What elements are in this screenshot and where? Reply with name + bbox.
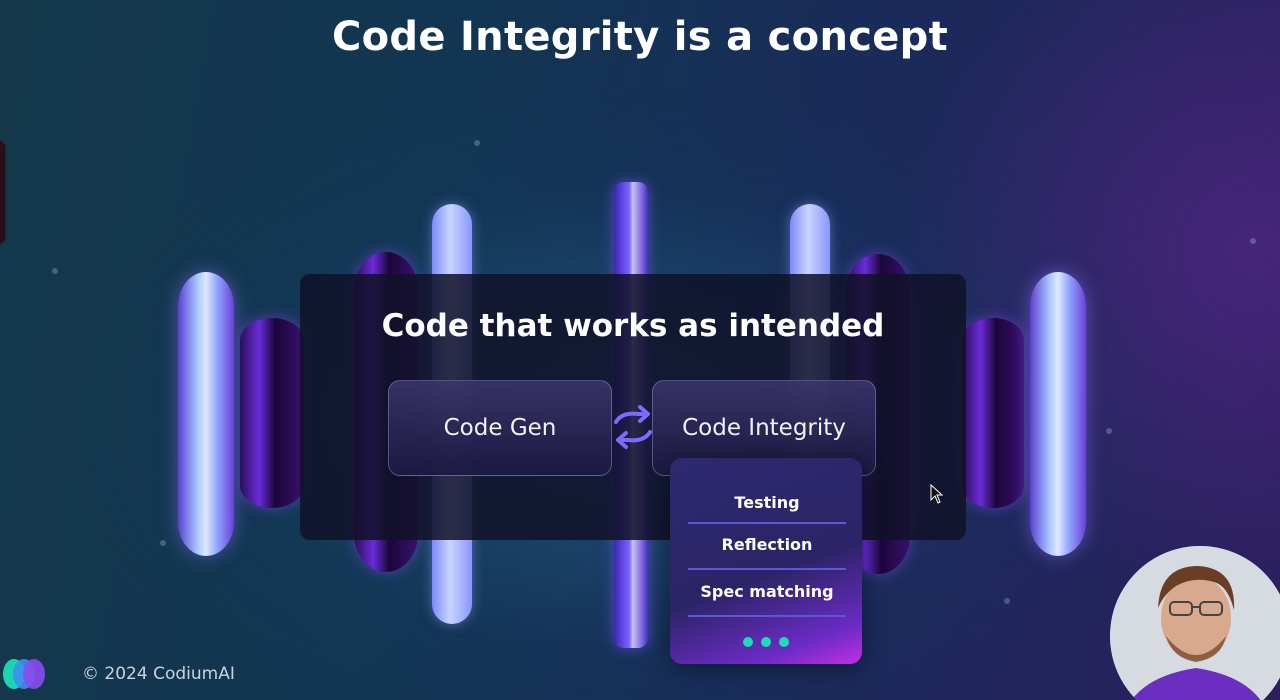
code-gen-box: Code Gen <box>388 380 612 476</box>
card-separator <box>688 568 846 570</box>
disc-right-second <box>962 318 1024 508</box>
code-gen-label: Code Gen <box>443 415 557 441</box>
slide-title: Code Integrity is a concept <box>331 14 949 60</box>
background-dot <box>160 540 166 546</box>
background-dot <box>474 140 480 146</box>
card-item-testing: Testing <box>734 493 800 512</box>
code-integrity-label: Code Integrity <box>682 415 846 441</box>
presenter-webcam <box>1110 546 1280 700</box>
card-item-spec-matching: Spec matching <box>700 582 834 601</box>
background-dot <box>1250 238 1256 244</box>
card-separator <box>688 522 846 524</box>
presenter-avatar <box>1110 546 1280 700</box>
copyright-text: © 2024 CodiumAI <box>82 664 235 684</box>
card-separator <box>688 615 846 617</box>
mouse-cursor-icon <box>930 484 944 504</box>
codiumai-logo-icon <box>3 659 45 689</box>
swap-arrows-icon <box>614 405 652 449</box>
background-dot <box>1004 598 1010 604</box>
integrity-methods-card: Testing Reflection Spec matching <box>670 458 862 664</box>
card-item-reflection: Reflection <box>721 535 813 554</box>
disc-left-second <box>240 318 304 508</box>
disc-right-outer <box>1030 272 1086 556</box>
background-dot <box>52 268 58 274</box>
panel-heading: Code that works as intended <box>381 308 885 344</box>
background-dot <box>1106 428 1112 434</box>
concept-panel: Code that works as intended Code Gen Cod… <box>300 274 966 540</box>
left-edge-window <box>0 140 6 245</box>
disc-left-outer <box>178 272 234 556</box>
more-dots-icon <box>670 632 862 651</box>
